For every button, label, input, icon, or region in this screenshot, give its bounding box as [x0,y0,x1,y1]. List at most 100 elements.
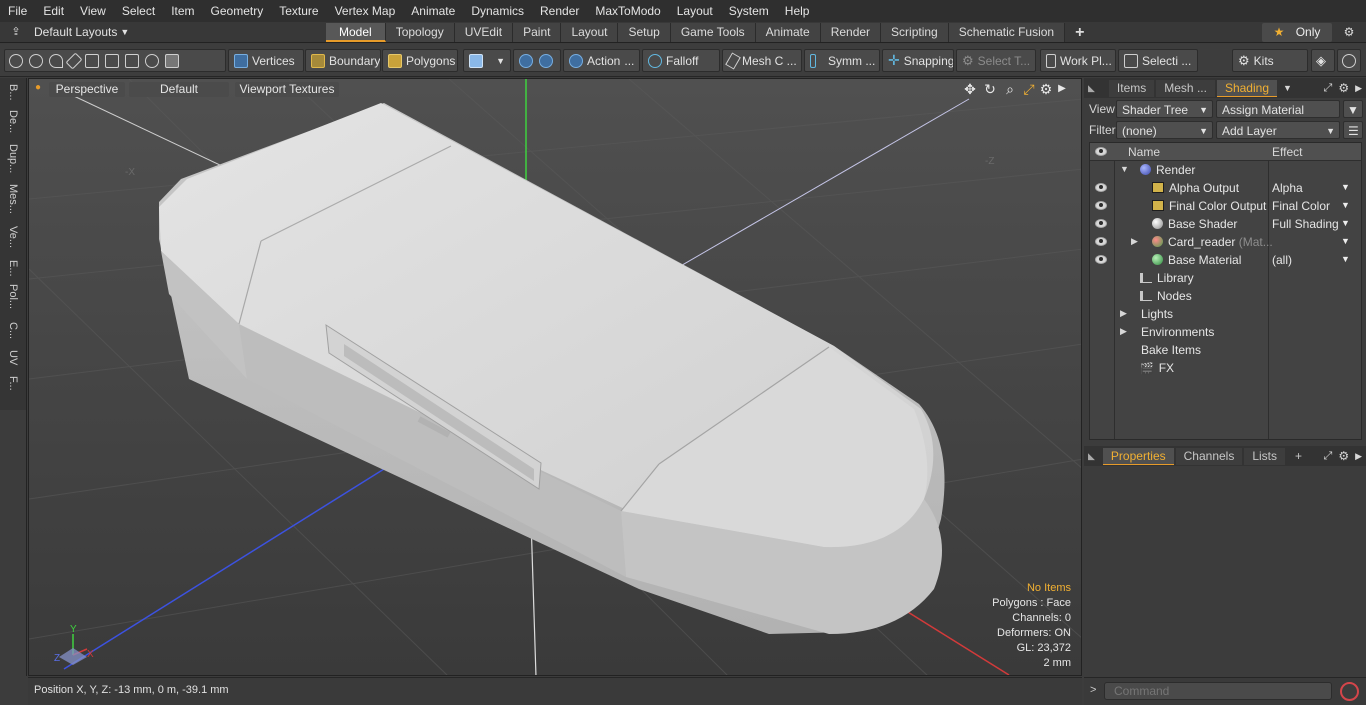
move-view-icon[interactable]: ✥ [962,81,978,97]
visibility-eye-icon[interactable] [1095,255,1107,264]
tab-animate[interactable]: Animate [755,23,821,42]
menu-dynamics[interactable]: Dynamics [463,0,532,22]
tab-paint[interactable]: Paint [513,23,562,42]
add-tab-button[interactable]: + [1065,23,1094,42]
sidebar-tab-polygon[interactable]: Pol... [3,284,23,309]
filter-dropdown[interactable]: (none) ▼ [1116,121,1213,139]
tree-row-card-reader[interactable]: ▶ Card_reader (Mat... ▼ [1090,233,1361,251]
view-dropdown[interactable]: Shader Tree ▼ [1116,100,1213,118]
tree-row-lights[interactable]: ▶ Lights [1090,305,1361,323]
tree-row-render[interactable]: ▼ Render [1090,161,1361,179]
perspective-dropdown[interactable]: Perspective [49,82,125,97]
visibility-eye-icon[interactable] [1095,183,1107,192]
panel-arrow-icon[interactable]: ▶ [1355,451,1362,462]
tab-channels[interactable]: Channels [1175,447,1243,465]
menu-maxtomodo[interactable]: MaxToModo [587,0,668,22]
sidebar-tab-deform[interactable]: De... [3,110,23,133]
panel-menu-dot-icon[interactable]: ◣ [1088,83,1095,94]
visibility-eye-icon[interactable] [1095,219,1107,228]
tab-lists[interactable]: Lists [1244,447,1286,465]
panel-gear-icon[interactable]: ⚙ [1338,449,1349,463]
layers-icon[interactable] [85,53,99,68]
work-plane-button[interactable]: Work Pl... [1040,49,1116,72]
material-mode-button[interactable]: ▼ [463,49,511,72]
command-input[interactable] [1104,682,1332,700]
effect-value[interactable]: Final Color [1272,199,1330,213]
snapping-button[interactable]: ✛ Snapping [882,49,954,72]
viewport-canvas[interactable]: -X -Z Y X Z [29,79,1082,676]
tree-row-environments[interactable]: ▶ Environments [1090,323,1361,341]
item-mode-icon[interactable] [165,53,179,68]
rotate-view-icon[interactable]: ↻ [982,81,998,97]
select-through-button[interactable]: ⚙ Select T... [956,49,1036,72]
sidebar-tab-edge[interactable]: E... [3,260,23,277]
kits-button[interactable]: ⚙ Kits [1232,49,1308,72]
tab-schematic-fusion[interactable]: Schematic Fusion [948,23,1066,42]
chevron-down-icon[interactable]: ▼ [1341,254,1350,264]
brush-icon[interactable] [65,52,83,69]
menu-animate[interactable]: Animate [403,0,463,22]
menu-render[interactable]: Render [532,0,587,22]
panel-arrow-icon[interactable]: ▶ [1355,83,1362,94]
panel-gear-icon[interactable]: ⚙ [1338,81,1349,95]
center-icon[interactable] [539,53,553,68]
menu-help[interactable]: Help [777,0,818,22]
shading-style-dropdown[interactable]: Default [129,82,229,97]
add-panel-tab-button[interactable]: + [1287,448,1310,465]
tree-row-base-material[interactable]: Base Material (all) ▼ [1090,251,1361,269]
polygons-button[interactable]: Polygons [382,49,458,72]
lasso-icon[interactable] [49,53,63,68]
sidebar-tab-duplicate[interactable]: Dup... [3,144,23,173]
tab-layout[interactable]: Layout [561,23,619,42]
tab-topology[interactable]: Topology [385,23,455,42]
layouts-dropdown[interactable]: ⇪ Default Layouts ▼ [4,22,129,43]
sidebar-tab-mesh-edit[interactable]: Mes... [3,184,23,214]
tree-row-base-shader[interactable]: Base Shader Full Shading ▼ [1090,215,1361,233]
effect-value[interactable]: (all) [1272,253,1292,267]
chevron-down-icon[interactable]: ▼ [1341,200,1350,210]
tab-scripting[interactable]: Scripting [881,23,949,42]
viewport-menu-dot-icon[interactable]: ● [35,82,41,93]
mesh-constraint-button[interactable]: Mesh C ... [722,49,802,72]
filter-icon[interactable]: ▼ [1343,100,1363,118]
expand-arrow-icon[interactable]: ▶ [1120,308,1127,319]
panel-expand-icon[interactable]: ⤢ [1324,82,1333,95]
record-macro-icon[interactable] [1340,682,1359,701]
3d-viewport[interactable]: -X -Z Y X Z ● Perspective Default Viewpo… [28,78,1082,676]
command-arrow-icon[interactable]: > [1090,684,1096,696]
column-name-header[interactable]: Name [1128,145,1160,159]
symmetry-button[interactable]: Symm ... [804,49,880,72]
sidebar-tab-uv[interactable]: UV [3,350,23,365]
tree-row-nodes[interactable]: Nodes [1090,287,1361,305]
upload-icon[interactable]: ⇪ [4,22,28,43]
tab-mesh-ops[interactable]: Mesh ... [1156,79,1215,97]
expand-arrow-icon[interactable]: ▶ [1131,236,1138,247]
effect-value[interactable]: Full Shading [1272,217,1339,231]
list-options-icon[interactable]: ☰ [1343,121,1363,139]
pivot-icon[interactable] [519,53,533,68]
tree-row-bake-items[interactable]: Bake Items [1090,341,1361,359]
only-toggle-button[interactable]: ★ Only [1262,23,1332,42]
menu-view[interactable]: View [72,0,114,22]
fit-view-icon[interactable]: ⤢ [1021,81,1037,97]
action-center-button[interactable]: Action ... [563,49,640,72]
tab-items[interactable]: Items [1108,79,1155,97]
unity-button[interactable]: ◈ [1311,49,1335,72]
sidebar-tab-fusion[interactable]: F... [3,376,23,391]
tab-model[interactable]: Model [326,23,386,42]
chevron-down-icon[interactable]: ▼ [1341,218,1350,228]
zoom-view-icon[interactable]: ⌕ [1002,81,1018,97]
tab-game-tools[interactable]: Game Tools [670,23,756,42]
viewport-gear-icon[interactable]: ⚙ [1038,81,1054,97]
tree-row-fx[interactable]: 🎬 FX [1090,359,1361,377]
tab-setup[interactable]: Setup [618,23,671,42]
visibility-eye-icon[interactable] [1095,237,1107,246]
tab-shading[interactable]: Shading [1216,79,1277,97]
chevron-down-icon[interactable]: ▼ [1341,182,1350,192]
menu-select[interactable]: Select [114,0,163,22]
menu-texture[interactable]: Texture [271,0,326,22]
menu-item[interactable]: Item [163,0,202,22]
chevron-down-icon[interactable]: ▼ [1341,236,1350,246]
menu-system[interactable]: System [721,0,777,22]
tree-row-alpha-output[interactable]: Alpha Output Alpha ▼ [1090,179,1361,197]
